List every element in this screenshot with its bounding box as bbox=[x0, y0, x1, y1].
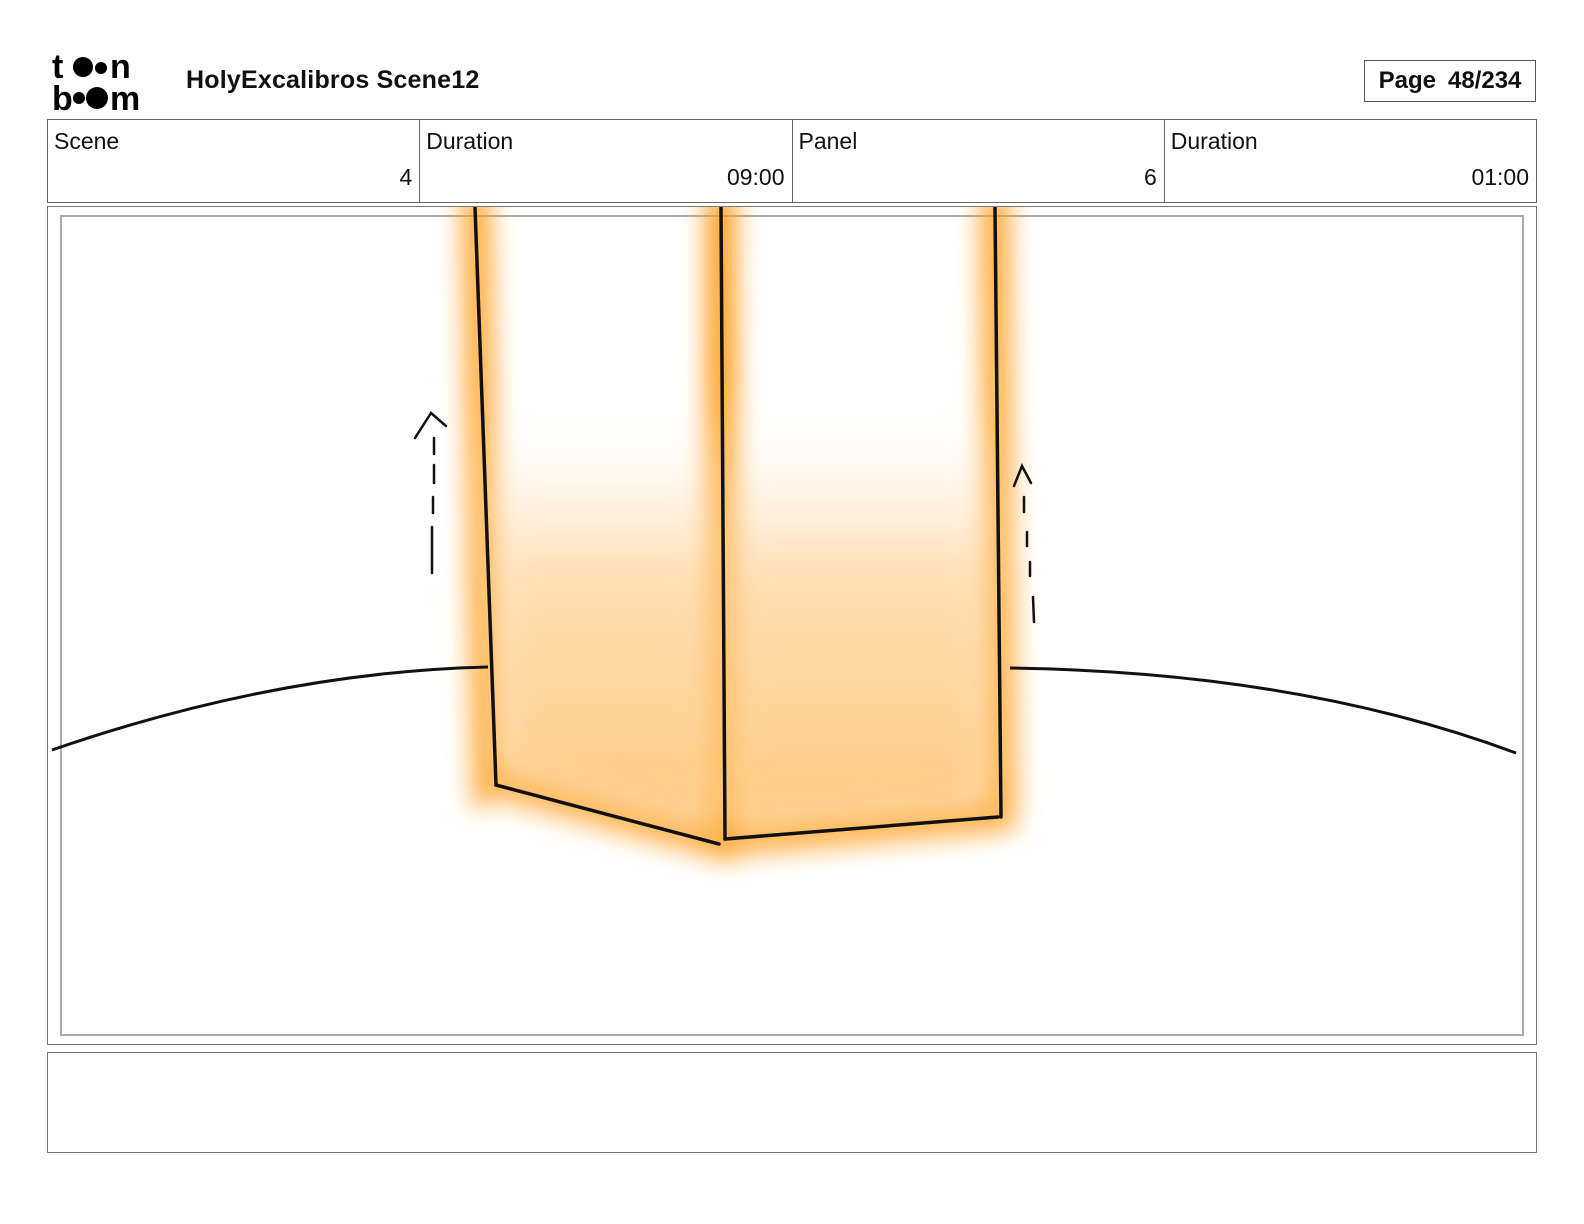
pillar-fill bbox=[480, 207, 998, 839]
panel-label: Panel bbox=[798, 128, 858, 154]
motion-arrow-left bbox=[413, 411, 448, 575]
toon-boom-logo: t n b m bbox=[52, 50, 140, 112]
scene-duration-value: 09:00 bbox=[726, 164, 785, 190]
horizon-left bbox=[51, 665, 489, 752]
panel-value: 6 bbox=[1143, 164, 1157, 190]
scene-value: 4 bbox=[399, 164, 413, 190]
panel-cell: Panel 6 bbox=[793, 120, 1165, 202]
panel-drawing bbox=[51, 207, 1517, 862]
panel-info-table: Scene 4 Duration 09:00 Panel 6 Duration … bbox=[47, 119, 1537, 203]
scene-duration-cell: Duration 09:00 bbox=[420, 120, 793, 202]
scene-cell: Scene 4 bbox=[48, 120, 421, 202]
panel-duration-value: 01:00 bbox=[1471, 164, 1529, 190]
scene-label: Scene bbox=[54, 128, 120, 154]
panel-duration-cell: Duration 01:00 bbox=[1165, 120, 1536, 202]
storyboard-panel bbox=[47, 206, 1537, 1045]
scene-duration-label: Duration bbox=[426, 128, 514, 154]
svg-text:m: m bbox=[110, 80, 140, 112]
page-number: 48/234 bbox=[1447, 67, 1522, 94]
panel-notes bbox=[47, 1052, 1537, 1153]
page-label: Page bbox=[1378, 67, 1436, 94]
project-title: HolyExcalibros Scene12 bbox=[186, 66, 480, 94]
svg-text:b: b bbox=[52, 80, 73, 112]
panel-duration-label: Duration bbox=[1170, 128, 1258, 154]
horizon-right bbox=[1009, 666, 1517, 755]
motion-arrow-right bbox=[1012, 463, 1036, 624]
page-indicator: Page 48/234 bbox=[1364, 60, 1536, 102]
